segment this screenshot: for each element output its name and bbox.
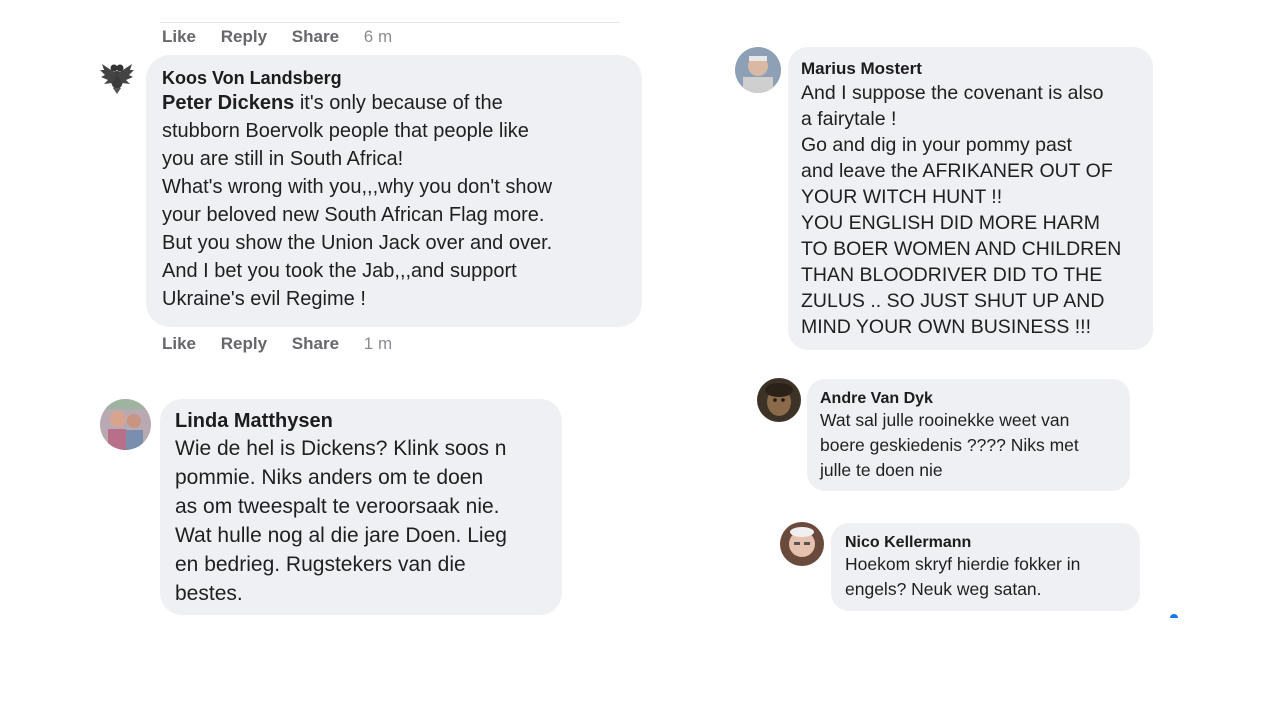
like-link[interactable]: Like (162, 27, 196, 46)
mention-link[interactable]: Peter Dickens (162, 92, 294, 114)
reply-link[interactable]: Reply (221, 27, 267, 46)
comment-author[interactable]: Linda Matthysen (175, 408, 552, 434)
comment-body: it's only because of the stubborn Boervo… (162, 92, 553, 310)
top-divider (160, 22, 620, 23)
comment-author[interactable]: Andre Van Dyk (820, 389, 1122, 408)
eagle-emblem-icon (100, 64, 134, 94)
like-link[interactable]: Like (162, 334, 196, 353)
comment-text: Peter Dickens it's only because of the s… (162, 89, 628, 313)
comment-body: And I suppose the covenant is also a fai… (801, 82, 1122, 338)
reply-link[interactable]: Reply (221, 334, 267, 353)
avatar-nico[interactable] (780, 522, 824, 566)
comment-bubble-marius: Marius Mostert And I suppose the covenan… (788, 47, 1153, 350)
comment-actions: Like Reply Share 1 m (162, 334, 412, 354)
avatar-marius[interactable] (735, 47, 781, 93)
profile-photo-icon (735, 47, 781, 93)
share-link[interactable]: Share (292, 27, 339, 46)
avatar-linda[interactable] (100, 399, 151, 450)
comment-author[interactable]: Nico Kellermann (845, 533, 1132, 552)
profile-photo-icon (757, 378, 801, 422)
avatar-andre[interactable] (757, 378, 801, 422)
comment-author[interactable]: Koos Von Landsberg (162, 67, 628, 89)
comment-bubble-andre: Andre Van Dyk Wat sal julle rooinekke we… (807, 379, 1130, 491)
comment-body: Wat sal julle rooinekke weet van boere g… (820, 410, 1079, 480)
profile-photo-icon (100, 399, 151, 450)
comment-bubble-nico: Nico Kellermann Hoekom skryf hierdie fok… (831, 523, 1140, 611)
timestamp[interactable]: 6 m (364, 27, 392, 46)
comment-bubble-linda: Linda Matthysen Wie de hel is Dickens? K… (160, 399, 562, 615)
profile-photo-icon (780, 522, 824, 566)
comment-body: Hoekom skryf hierdie fokker in engels? N… (845, 554, 1081, 599)
comment-bubble-koos: Koos Von Landsberg Peter Dickens it's on… (146, 55, 642, 327)
comment-author[interactable]: Marius Mostert (801, 58, 1145, 80)
avatar-koos[interactable] (98, 58, 136, 96)
comment-body: Wie de hel is Dickens? Klink soos n pomm… (175, 437, 507, 605)
comment-actions-top: Like Reply Share 6 m (162, 27, 412, 47)
share-link[interactable]: Share (292, 334, 339, 353)
timestamp[interactable]: 1 m (364, 334, 392, 353)
partial-indicator-dot (1170, 614, 1178, 618)
